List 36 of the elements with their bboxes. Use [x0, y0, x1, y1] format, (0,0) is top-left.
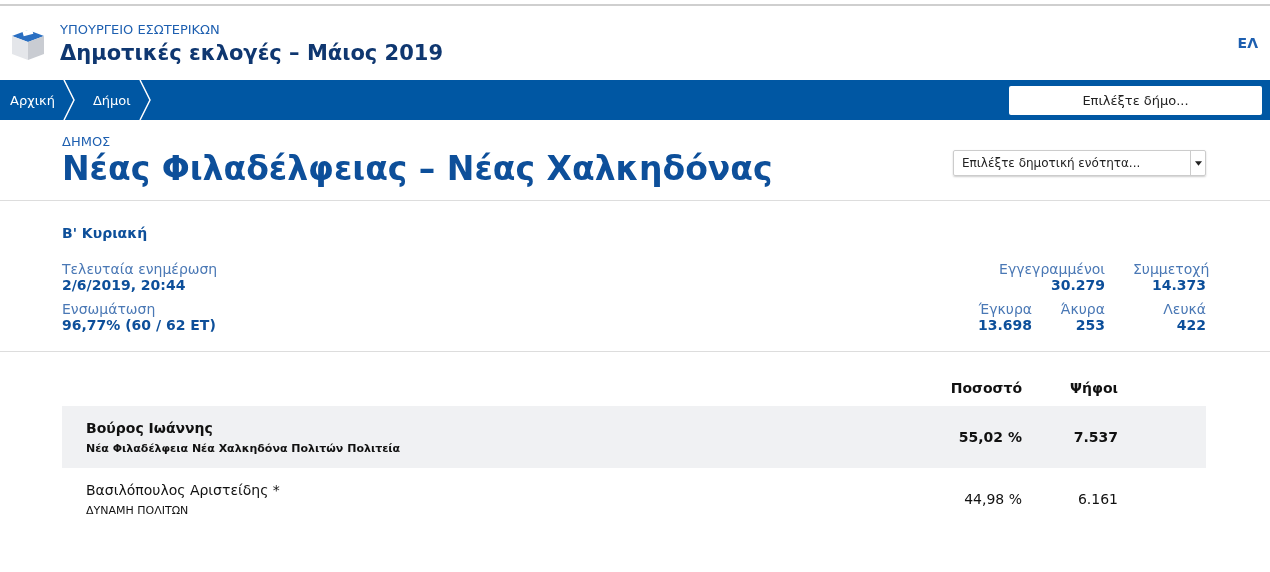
votes-cell-text: 7.537 — [1072, 429, 1119, 445]
unit-select[interactable]: Επιλέξτε δημοτική ενότητα... — [953, 150, 1206, 176]
party-name: Νέα Φιλαδέλφεια Νέα Χαλκηδόνα Πολιτών Πολιτεία — [86, 441, 402, 455]
site-title: Δημοτικές εκλογές – Μάιος 2019 — [60, 40, 445, 65]
stat-value: 422 — [1175, 317, 1206, 333]
municipality-name: Νέας Φιλαδέλφειας – Νέας Χαλκηδόνας — [62, 149, 773, 188]
breadcrumb-link[interactable]: Αρχική — [0, 92, 63, 108]
stat-value: 14.373 — [1150, 277, 1206, 293]
stat-value: 30.279 — [1049, 277, 1105, 293]
stat-label: Άκυρα — [1059, 301, 1105, 317]
round-label: Β' Κυριακή — [62, 225, 149, 241]
column-header: Ψήφοι — [1069, 380, 1119, 396]
section-label: ΔΗΜΟΣ — [62, 134, 112, 149]
ministry-name: ΥΠΟΥΡΓΕΙΟ ΕΣΩΤΕΡΙΚΩΝ — [60, 21, 221, 37]
info-label: Ενσωμάτωση — [62, 301, 157, 317]
percent-cell-text: 44,98 % — [963, 491, 1022, 507]
stat-value: 13.698 — [976, 317, 1032, 333]
caret-icon — [1194, 160, 1202, 166]
stat-label: Εγγεγραμμένοι — [998, 261, 1105, 277]
column-header: Ποσοστό — [949, 380, 1022, 396]
info-value: 2/6/2019, 20:44 — [62, 277, 187, 293]
stat-value: 253 — [1074, 317, 1105, 333]
votes-cell-text: 6.161 — [1076, 491, 1119, 507]
municipality-select[interactable]: Επιλέξτε δήμο... — [1009, 85, 1262, 115]
candidate-name: Βούρος Ιωάννης — [86, 419, 214, 436]
party-name: ΔΥΝΑΜΗ ΠΟΛΙΤΩΝ — [86, 503, 190, 517]
stat-label: Έγκυρα — [977, 301, 1032, 317]
breadcrumb-link[interactable]: Δήμοι — [82, 92, 139, 108]
percent-cell-text: 55,02 % — [957, 429, 1022, 445]
info-value: 96,77% (60 / 62 ΕΤ) — [62, 317, 217, 333]
stat-label: Λευκά — [1162, 301, 1206, 317]
language-link[interactable]: ΕΛ — [1237, 35, 1258, 51]
info-label: Τελευταία ενημέρωση — [62, 261, 218, 277]
candidate-name: Βασιλόπουλος Αριστείδης * — [86, 481, 281, 498]
chevron-icon — [138, 80, 151, 120]
chevron-icon — [62, 80, 75, 120]
